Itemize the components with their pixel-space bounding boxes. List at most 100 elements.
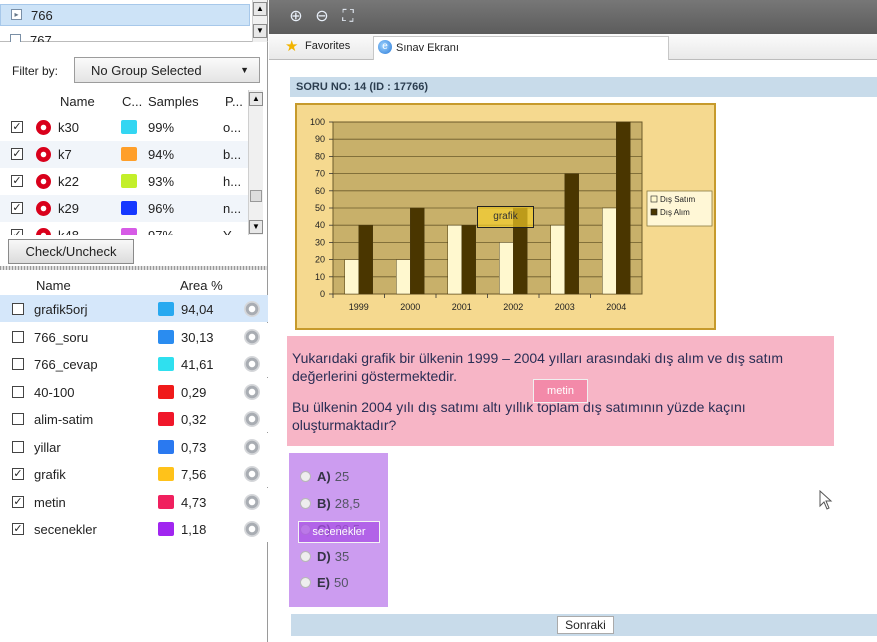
region-row[interactable]: 40-100 0,29 (0, 377, 268, 405)
next-button[interactable]: Sonraki (557, 616, 614, 634)
grafik-overlay-label[interactable]: grafik (477, 206, 534, 228)
gear-icon[interactable] (244, 411, 260, 427)
x-tick-label: 2004 (606, 302, 626, 312)
group-samples: 96% (148, 201, 175, 216)
group-p: n... (223, 201, 242, 216)
region-row[interactable]: yillar 0,73 (0, 432, 268, 460)
column-header-samples[interactable]: Samples (148, 94, 199, 109)
region-row[interactable]: alim-satim 0,32 (0, 405, 268, 432)
zoom-out-icon[interactable]: ⊖ (311, 6, 333, 28)
gear-icon[interactable] (244, 356, 260, 372)
favorites-label: Favorites (305, 40, 351, 52)
region-checkbox[interactable]: ✓ (12, 495, 24, 508)
gear-icon[interactable] (244, 328, 260, 345)
row-checkbox[interactable]: ✓ (11, 202, 23, 214)
group-samples: 97% (148, 228, 174, 235)
splitter[interactable] (0, 266, 268, 270)
list-item[interactable]: ▸ 766 (0, 4, 250, 26)
gear-icon[interactable] (244, 301, 260, 317)
color-swatch (158, 522, 174, 536)
scroll-up-icon[interactable]: ▲ (249, 92, 263, 106)
region-checkbox[interactable]: ✓ (12, 468, 24, 480)
answer-option[interactable]: A) 25 (300, 469, 349, 484)
region-checkbox[interactable] (12, 413, 24, 425)
group-p: Y... (223, 228, 241, 235)
y-tick-label: 90 (315, 134, 325, 144)
zoom-in-icon[interactable]: ⊕ (285, 6, 307, 28)
region-checkbox[interactable] (12, 358, 24, 370)
column-header-p[interactable]: P... (225, 94, 243, 109)
region-checkbox[interactable] (12, 440, 24, 453)
check-uncheck-button[interactable]: Check/Uncheck (8, 239, 134, 264)
list-item-label: 766 (31, 8, 53, 23)
row-checkbox[interactable]: ✓ (11, 229, 23, 235)
row-checkbox[interactable]: ✓ (11, 175, 23, 187)
region-checkbox[interactable]: ✓ (12, 523, 24, 535)
color-swatch (121, 174, 137, 188)
y-tick-label: 30 (315, 237, 325, 247)
tab-sinav-ekrani[interactable]: e Sınav Ekranı (373, 36, 669, 60)
group-name: k7 (58, 147, 72, 162)
group-scrollbar[interactable]: ▲ ▼ (248, 90, 263, 235)
tab-label: Sınav Ekranı (396, 42, 459, 54)
region-area: 7,56 (181, 467, 207, 482)
answer-option[interactable]: D) 35 (300, 549, 349, 564)
file-icon (10, 34, 21, 42)
bar-dis-satim (396, 259, 411, 295)
fit-window-icon[interactable]: ⛶ (337, 6, 359, 28)
group-name: k29 (58, 201, 79, 216)
target-icon (36, 174, 51, 189)
radio-button[interactable] (300, 577, 311, 588)
column-header-name[interactable]: Name (36, 278, 71, 293)
bar-dis-satim (602, 207, 617, 295)
region-row[interactable]: ✓ metin 4,73 (0, 487, 268, 515)
bar-dis-satim (550, 224, 565, 295)
x-tick-label: 2001 (452, 302, 472, 312)
group-p: h... (223, 174, 242, 189)
y-tick-label: 40 (315, 220, 325, 230)
group-row[interactable]: ✓ k29 96% n... (0, 195, 250, 222)
list-scrollbar[interactable]: ▲ ▼ (252, 0, 267, 42)
region-name: yillar (34, 439, 61, 455)
region-checkbox[interactable] (12, 303, 24, 315)
x-tick-label: 2000 (400, 302, 420, 312)
gear-icon[interactable] (244, 493, 260, 510)
group-row[interactable]: ✓ k7 94% b... (0, 141, 250, 168)
bar-dis-alim (616, 121, 631, 295)
gear-icon[interactable] (244, 466, 260, 482)
radio-button[interactable] (300, 550, 311, 562)
filter-dropdown[interactable]: No Group Selected ▼ (74, 57, 260, 83)
column-header-area[interactable]: Area % (180, 278, 223, 293)
bar-dis-satim (344, 259, 359, 295)
group-row[interactable]: ✓ k48 97% Y... (0, 222, 250, 235)
row-checkbox[interactable]: ✓ (11, 148, 23, 160)
region-row[interactable]: grafik5orj 94,04 (0, 295, 268, 322)
region-row[interactable]: 766_cevap 41,61 (0, 350, 268, 377)
gear-icon[interactable] (244, 521, 260, 537)
answer-option[interactable]: E) 50 (300, 575, 348, 590)
gear-icon[interactable] (244, 383, 260, 400)
color-swatch (158, 439, 174, 454)
region-checkbox[interactable] (12, 385, 24, 398)
answer-option[interactable]: B) 28,5 (300, 496, 360, 511)
scroll-down-icon[interactable]: ▼ (253, 24, 267, 38)
group-row[interactable]: ✓ k30 99% o... (0, 114, 250, 141)
column-header-name[interactable]: Name (60, 94, 95, 109)
group-row[interactable]: ✓ k22 93% h... (0, 168, 250, 195)
region-row[interactable]: ✓ grafik 7,56 (0, 460, 268, 487)
metin-overlay-label[interactable]: metin (533, 379, 588, 403)
region-row[interactable]: ✓ secenekler 1,18 (0, 515, 268, 542)
scroll-thumb[interactable] (250, 190, 262, 202)
row-checkbox[interactable]: ✓ (11, 121, 23, 133)
column-header-color[interactable]: C... (122, 94, 142, 109)
radio-button[interactable] (300, 497, 311, 509)
list-item[interactable]: 767 (0, 30, 250, 42)
metin-region: Yukarıdaki grafik bir ülkenin 1999 – 200… (287, 336, 834, 446)
radio-button[interactable] (300, 471, 311, 482)
scroll-down-icon[interactable]: ▼ (249, 220, 263, 234)
scroll-up-icon[interactable]: ▲ (253, 2, 267, 16)
region-row[interactable]: 766_soru 30,13 (0, 322, 268, 350)
secenekler-overlay-label[interactable]: secenekler (298, 521, 380, 543)
gear-icon[interactable] (244, 438, 260, 455)
region-checkbox[interactable] (12, 330, 24, 343)
